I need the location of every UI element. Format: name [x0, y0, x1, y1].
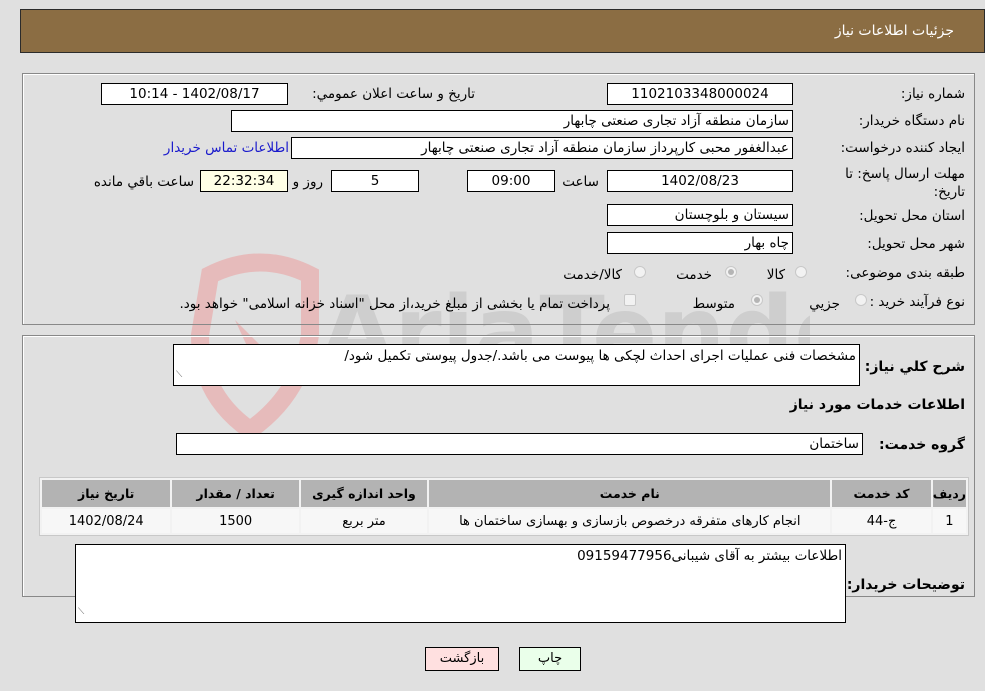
deadline-time-field[interactable]: 09:00 — [467, 170, 555, 192]
need-number-label: شماره نیاز: — [900, 86, 965, 102]
province-label: استان محل تحویل: — [859, 208, 965, 224]
description-textarea[interactable]: مشخصات فنی عملیات اجرای احداث لچکی ها پی… — [173, 344, 860, 386]
requester-label: ایجاد کننده درخواست: — [840, 140, 965, 156]
city-label: شهر محل تحویل: — [867, 236, 965, 252]
resize-grip-icon[interactable]: ⟋ — [78, 603, 84, 621]
col-quantity: تعداد / مقدار — [172, 480, 299, 507]
cell-unit: متر بربع — [300, 509, 428, 533]
cell-need-date: 1402/08/24 — [42, 509, 171, 533]
service-group-field[interactable]: ساختمان — [176, 433, 863, 455]
col-service-code: کد خدمت — [832, 480, 931, 507]
cell-quantity: 1500 — [172, 509, 299, 533]
category-radio-goods-service[interactable] — [634, 266, 646, 278]
cell-service-name: انجام کارهای متفرقه درخصوص بازسازی و بهس… — [429, 509, 831, 533]
days-field[interactable]: 5 — [331, 170, 419, 192]
table-header-row: رديف کد خدمت نام خدمت واحد اندازه گیری ت… — [42, 480, 966, 507]
buyer-notes-textarea[interactable]: اطلاعات بیشتر به آقای شیبانی09159477956 … — [75, 544, 846, 623]
page-header: جزئیات اطلاعات نیاز — [20, 9, 985, 53]
province-field[interactable]: سیستان و بلوچستان — [607, 204, 793, 226]
col-need-date: تاریخ نیاز — [42, 480, 171, 507]
col-service-name: نام خدمت — [429, 480, 831, 507]
page-title: جزئیات اطلاعات نیاز — [834, 23, 954, 39]
table-row: 1 ج-44 انجام کارهای متفرقه درخصوص بازساز… — [42, 509, 966, 533]
process-type-label: نوع فرآیند خرید : — [869, 294, 965, 310]
announce-datetime-label: تاریخ و ساعت اعلان عمومي: — [312, 86, 475, 102]
treasury-note: پرداخت تمام یا بخشی از مبلغ خرید،از محل … — [179, 296, 610, 312]
col-row-number: رديف — [932, 480, 966, 507]
resize-grip-icon[interactable]: ⟋ — [176, 366, 182, 384]
description-label: شرح كلي نياز: — [864, 359, 965, 375]
treasury-checkbox[interactable] — [624, 294, 636, 306]
services-section-title: اطلاعات خدمات مورد نياز — [789, 397, 965, 413]
buyer-notes-text: اطلاعات بیشتر به آقای شیبانی09159477956 — [577, 548, 842, 564]
services-table: رديف کد خدمت نام خدمت واحد اندازه گیری ت… — [39, 477, 969, 536]
process-radio-medium[interactable] — [751, 294, 763, 306]
remaining-time-field: 22:32:34 — [200, 170, 288, 192]
col-unit: واحد اندازه گیری — [300, 480, 428, 507]
process-radio-minor[interactable] — [855, 294, 867, 306]
category-label: طبقه بندی موضوعی: — [845, 265, 965, 281]
need-number-field[interactable]: 1102103348000024 — [607, 83, 793, 105]
deadline-date-field[interactable]: 1402/08/23 — [607, 170, 793, 192]
days-label: روز و — [292, 174, 323, 190]
category-option-service: خدمت — [676, 267, 712, 283]
category-radio-service[interactable] — [725, 266, 737, 278]
category-option-goods: کالا — [766, 267, 785, 283]
description-text: مشخصات فنی عملیات اجرای احداث لچکی ها پی… — [344, 348, 856, 364]
cell-service-code: ج-44 — [832, 509, 931, 533]
buyer-org-field[interactable]: سازمان منطقه آزاد تجاری صنعتی چابهار — [231, 110, 793, 132]
buyer-contact-link[interactable]: اطلاعات تماس خریدار — [164, 140, 289, 156]
process-option-minor: جزيي — [809, 296, 840, 312]
announce-datetime-field[interactable]: 1402/08/17 - 10:14 — [101, 83, 288, 105]
deadline-time-label: ساعت — [562, 174, 599, 190]
service-group-label: گروه خدمت: — [879, 437, 965, 453]
category-option-goods-service: کالا/خدمت — [563, 267, 622, 283]
requester-field[interactable]: عبدالغفور محبی کارپرداز سازمان منطقه آزا… — [291, 137, 793, 159]
category-radio-goods[interactable] — [795, 266, 807, 278]
buyer-org-label: نام دستگاه خریدار: — [858, 113, 965, 129]
back-button[interactable]: بازگشت — [425, 647, 499, 671]
cell-row-number: 1 — [932, 509, 966, 533]
city-field[interactable]: چاه بهار — [607, 232, 793, 254]
process-option-medium: متوسط — [692, 296, 735, 312]
remaining-time-label: ساعت باقي مانده — [93, 174, 194, 190]
print-button[interactable]: چاپ — [519, 647, 581, 671]
deadline-label: مهلت ارسال پاسخ: تا تاریخ: — [845, 166, 965, 200]
buyer-notes-label: توضیحات خریدار: — [846, 577, 965, 593]
